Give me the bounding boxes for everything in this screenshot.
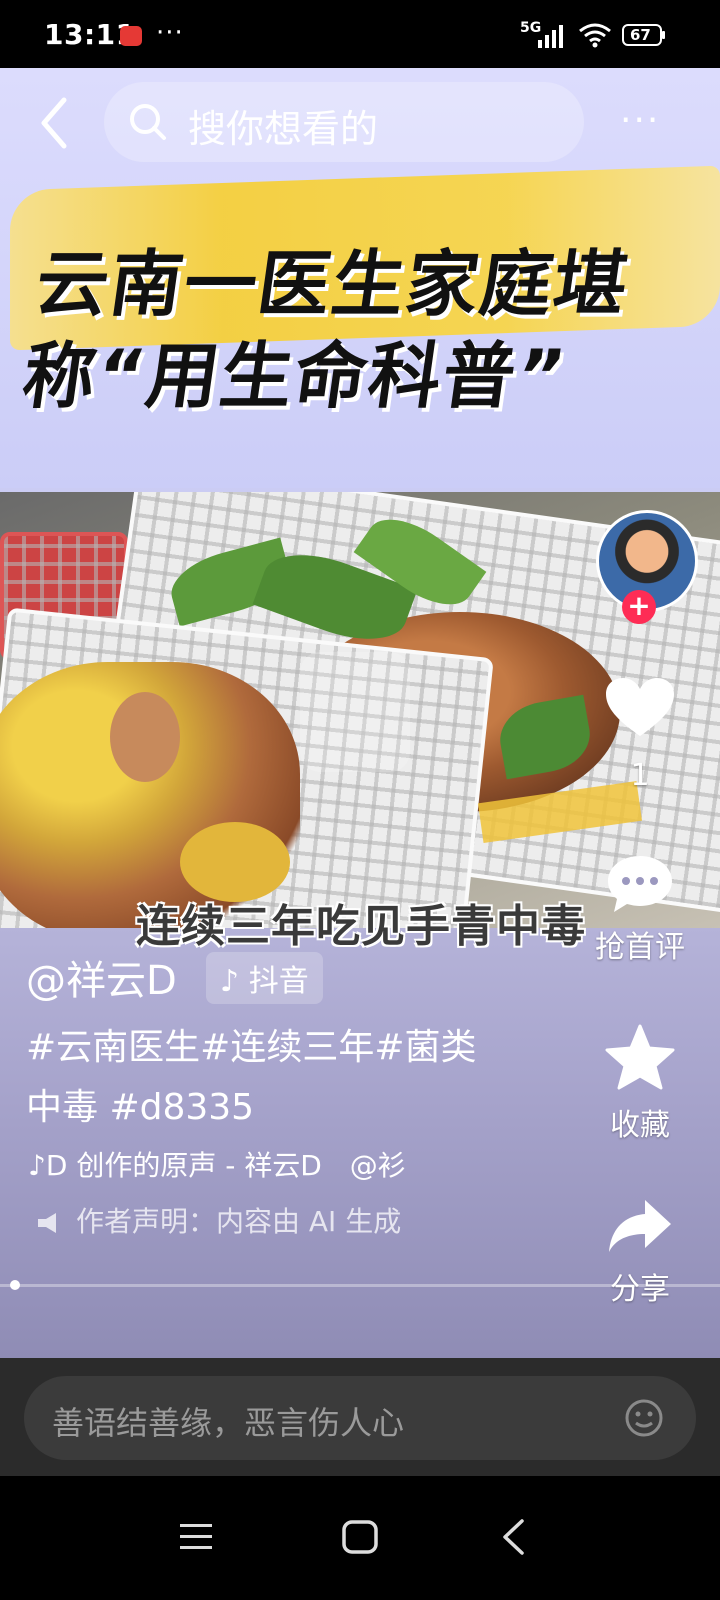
search-placeholder: 搜你想看的 bbox=[188, 107, 379, 151]
comment-icon bbox=[608, 856, 672, 912]
comment-button[interactable]: 抢首评 bbox=[595, 852, 685, 966]
comment-placeholder: 善语结善缘，恶言伤人心 bbox=[52, 1404, 405, 1442]
favorite-label: 收藏 bbox=[610, 1108, 670, 1143]
platform-label: 抖音 bbox=[248, 964, 309, 999]
like-button[interactable]: 1 bbox=[600, 676, 680, 793]
home-icon[interactable] bbox=[342, 1520, 378, 1554]
recent-apps-icon[interactable] bbox=[178, 1522, 214, 1552]
music-label: D 创作的原声 - 祥云D @衫 bbox=[45, 1149, 406, 1182]
back-nav-icon[interactable] bbox=[500, 1518, 526, 1556]
tiktok-icon: ♪ bbox=[220, 964, 240, 999]
follow-button[interactable]: + bbox=[622, 590, 656, 624]
play-icon[interactable] bbox=[300, 652, 410, 772]
progress-handle[interactable] bbox=[10, 1280, 20, 1290]
star-icon bbox=[605, 1024, 675, 1090]
headline-line-2: 称“用生命科普” bbox=[17, 334, 573, 418]
headline-line-1: 云南一医生家庭堪 bbox=[30, 242, 635, 326]
megaphone-icon bbox=[38, 1213, 56, 1233]
share-icon bbox=[609, 1200, 671, 1252]
post-description[interactable]: #云南医生#连续三年#菌类中毒 #d8335 bbox=[26, 1018, 506, 1138]
share-button[interactable]: 分享 bbox=[600, 1196, 680, 1308]
music-info[interactable]: ♪D 创作的原声 - 祥云D @衫 bbox=[28, 1144, 448, 1184]
battery-icon: 67 bbox=[622, 24, 666, 46]
back-icon[interactable] bbox=[36, 96, 72, 150]
search-icon bbox=[130, 104, 166, 140]
author-name[interactable]: @祥云D bbox=[26, 948, 177, 1006]
like-count: 1 bbox=[630, 758, 650, 793]
platform-badge[interactable]: ♪ 抖音 bbox=[206, 952, 323, 1004]
author-disclaimer: 作者声明：内容由 AI 生成 bbox=[36, 1200, 401, 1240]
heart-icon bbox=[606, 678, 674, 736]
video-subtitle: 连续三年吃见手青中毒 bbox=[136, 901, 586, 952]
music-note-icon: ♪ bbox=[28, 1149, 46, 1182]
signal-icon bbox=[538, 25, 563, 48]
app-notification-icon bbox=[120, 26, 142, 46]
disclaimer-text: 作者声明：内容由 AI 生成 bbox=[76, 1205, 402, 1238]
battery-level: 67 bbox=[630, 26, 651, 44]
favorite-button[interactable]: 收藏 bbox=[600, 1024, 680, 1144]
emoji-icon[interactable] bbox=[624, 1398, 664, 1438]
comment-label: 抢首评 bbox=[595, 930, 685, 965]
video-progress-bar[interactable] bbox=[0, 1284, 720, 1287]
more-notifications-icon: ··· bbox=[156, 18, 184, 48]
search-bar[interactable]: 搜你想看的 bbox=[104, 82, 584, 162]
mushroom-cap bbox=[110, 692, 180, 782]
wifi-icon bbox=[579, 23, 611, 48]
video-headline: 云南一医生家庭堪 称“用生命科普” bbox=[17, 238, 720, 422]
more-options-icon[interactable]: ··· bbox=[620, 100, 660, 141]
